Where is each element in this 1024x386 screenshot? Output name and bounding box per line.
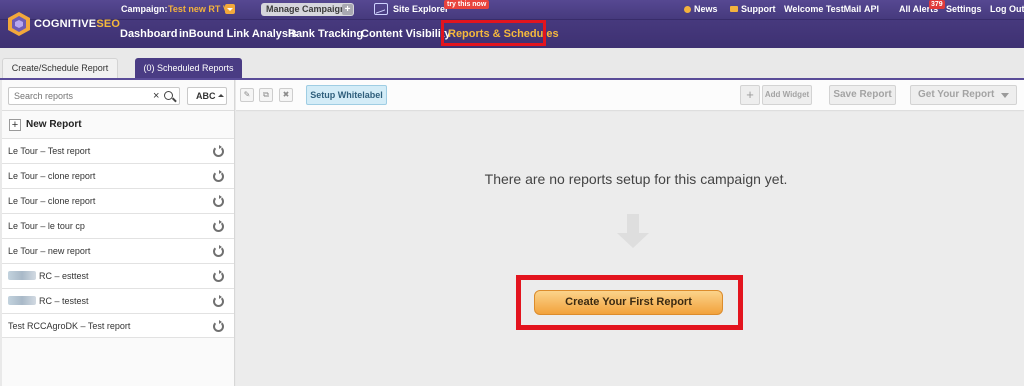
sidebar-divider [2,110,234,111]
plus-icon: + [9,119,21,131]
try-this-now-badge: try this now [444,0,490,9]
refresh-icon[interactable] [213,220,224,232]
setup-whitelabel-button[interactable]: Setup Whitelabel [306,85,387,105]
manage-campaigns-button[interactable]: Manage Campaigns + [261,3,354,16]
report-canvas: There are no reports setup for this camp… [236,112,1024,386]
logo-text: COGNITIVESEO [34,18,121,30]
nav-rank-tracking[interactable]: Rank Tracking [288,28,363,40]
logo[interactable]: COGNITIVESEO [8,9,120,39]
report-name: Le Tour – le tour cp [8,221,85,231]
add-widget-button[interactable]: Add Widget [762,85,812,105]
campaign-selector[interactable]: Test new RT V [168,4,229,14]
settings-link[interactable]: Settings [946,4,982,14]
refresh-icon[interactable] [213,245,224,257]
sort-dropdown[interactable]: ABC [187,87,227,105]
list-item[interactable]: Le Tour – le tour cp [2,213,234,238]
list-item[interactable]: Le Tour – Test report [2,138,234,163]
site-explorer-link[interactable]: Site Explorer [393,4,449,14]
refresh-icon[interactable] [213,145,224,157]
logout-link[interactable]: Log Out [990,4,1024,14]
news-link[interactable]: News [684,4,718,14]
search-input[interactable] [14,90,144,102]
top-navigation-bar: COGNITIVESEO Campaign: Test new RT V Man… [0,0,1024,48]
redacted-text [8,271,36,280]
delete-icon[interactable]: ✖ [279,88,293,102]
chevron-down-icon [1001,93,1009,98]
report-name: RC – testest [39,296,89,306]
refresh-icon[interactable] [213,195,224,207]
report-name: Le Tour – clone report [8,196,96,206]
report-sidebar: × ABC + New Report Le Tour – Test report… [2,80,235,386]
plus-icon: + [342,4,353,15]
news-icon [684,6,691,13]
search-box: × [8,87,180,105]
new-report-button[interactable]: + New Report [2,116,234,138]
api-link[interactable]: API [864,4,879,14]
report-name: Le Tour – Test report [8,146,91,156]
nav-dashboard[interactable]: Dashboard [120,28,177,40]
site-explorer-icon [374,3,388,15]
list-item[interactable]: Le Tour – clone report [2,163,234,188]
get-your-report-button[interactable]: Get Your Report [910,85,1017,105]
report-name: RC – esttest [39,271,89,281]
refresh-icon[interactable] [213,320,224,332]
report-name: Le Tour – new report [8,246,91,256]
clear-search-icon[interactable]: × [153,90,159,102]
new-report-label: New Report [26,119,82,130]
manage-campaigns-label: Manage Campaigns [266,4,351,14]
edit-icon[interactable]: ✎ [240,88,254,102]
down-arrow-head-icon [617,233,649,248]
report-list: Le Tour – Test report Le Tour – clone re… [2,138,234,338]
refresh-icon[interactable] [213,170,224,182]
report-name: Test RCCAgroDK – Test report [8,321,131,331]
list-item[interactable]: Test RCCAgroDK – Test report [2,313,234,338]
support-icon [730,6,738,12]
tab-create-schedule-report[interactable]: Create/Schedule Report [2,58,118,78]
search-icon[interactable] [164,91,173,100]
report-name-wrapper: RC – testest [8,296,89,306]
campaign-dropdown-icon[interactable] [225,4,235,14]
add-widget-icon[interactable]: + [740,85,760,105]
redacted-text [8,296,36,305]
welcome-user[interactable]: Welcome TestMail [784,4,861,14]
refresh-icon[interactable] [213,295,224,307]
nav-content-visibility[interactable]: Content Visibility [361,28,451,40]
report-toolbar: ✎ ⧉ ✖ Setup Whitelabel + Add Widget Save… [236,80,1024,111]
alerts-count-badge: 379 [929,0,945,9]
refresh-icon[interactable] [213,270,224,282]
logo-hex-icon [8,12,30,36]
report-name-wrapper: RC – esttest [8,271,89,281]
tab-scheduled-reports[interactable]: (0) Scheduled Reports [135,58,242,78]
support-link[interactable]: Support [730,4,776,14]
reports-nav-highlight-box [441,20,546,46]
list-item[interactable]: RC – esttest [2,263,234,288]
report-name: Le Tour – clone report [8,171,96,181]
empty-state-message: There are no reports setup for this camp… [484,171,788,187]
create-first-report-button[interactable]: Create Your First Report [534,290,723,315]
get-your-report-label: Get Your Report [918,89,995,100]
campaign-label: Campaign: [121,4,168,14]
list-item[interactable]: RC – testest [2,288,234,313]
nav-inbound-link-analysis[interactable]: inBound Link Analysis [179,28,297,40]
down-arrow-icon [627,214,639,233]
copy-icon[interactable]: ⧉ [259,88,273,102]
list-item[interactable]: Le Tour – clone report [2,188,234,213]
save-report-button[interactable]: Save Report [829,85,896,105]
list-item[interactable]: Le Tour – new report [2,238,234,263]
